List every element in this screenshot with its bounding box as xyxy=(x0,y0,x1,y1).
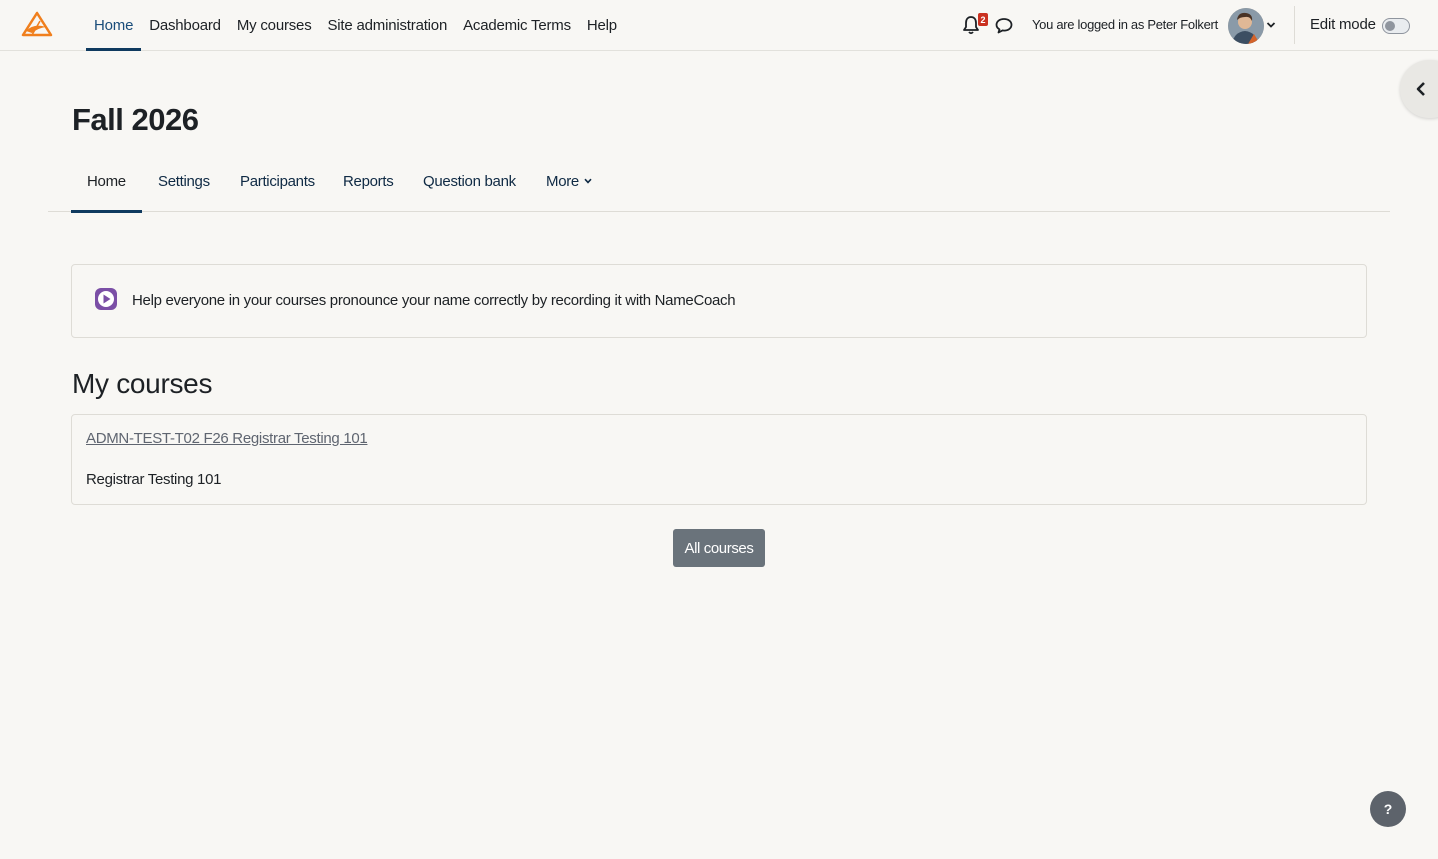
tab-home[interactable]: Home xyxy=(71,150,142,213)
tab-more-label: More xyxy=(546,172,579,190)
tab-settings[interactable]: Settings xyxy=(158,150,210,212)
course-card: ADMN-TEST-T02 F26 Registrar Testing 101 … xyxy=(71,414,1367,505)
nav-home[interactable]: Home xyxy=(86,0,142,51)
course-link[interactable]: ADMN-TEST-T02 F26 Registrar Testing 101 xyxy=(86,430,368,447)
nav-dashboard[interactable]: Dashboard xyxy=(141,0,229,51)
namecoach-play-icon[interactable] xyxy=(95,288,117,310)
tab-participants[interactable]: Participants xyxy=(240,150,315,212)
chevron-left-icon xyxy=(1416,82,1425,96)
edit-mode-toggle[interactable] xyxy=(1382,18,1410,34)
tab-question-bank[interactable]: Question bank xyxy=(423,150,516,212)
notification-count-badge: 2 xyxy=(978,13,988,26)
my-courses-heading: My courses xyxy=(72,368,213,399)
user-menu-chevron-down-icon[interactable] xyxy=(1266,21,1276,29)
avatar-photo-icon xyxy=(1228,8,1264,44)
logged-in-user-text: You are logged in as Peter Folkert xyxy=(1032,17,1218,32)
site-logo-icon[interactable] xyxy=(20,11,54,39)
nav-site-administration[interactable]: Site administration xyxy=(320,0,456,51)
open-block-drawer-button[interactable] xyxy=(1400,60,1438,118)
nav-academic-terms[interactable]: Academic Terms xyxy=(455,0,579,51)
edit-mode-toggle-knob xyxy=(1385,21,1395,31)
course-secondary-navigation: Home Settings Participants Reports Quest… xyxy=(48,150,1390,213)
primary-navigation: Home Dashboard My courses Site administr… xyxy=(86,0,625,51)
messages-icon[interactable] xyxy=(995,17,1013,34)
top-navbar: Home Dashboard My courses Site administr… xyxy=(0,0,1438,51)
course-summary: Registrar Testing 101 xyxy=(86,471,222,488)
namecoach-message: Help everyone in your courses pronounce … xyxy=(132,292,736,309)
nav-my-courses[interactable]: My courses xyxy=(229,0,320,51)
namecoach-notice: Help everyone in your courses pronounce … xyxy=(71,264,1367,338)
navbar-divider xyxy=(1294,6,1295,44)
edit-mode-label: Edit mode xyxy=(1310,16,1376,33)
user-avatar[interactable] xyxy=(1228,8,1264,44)
tab-reports[interactable]: Reports xyxy=(343,150,394,212)
chevron-down-icon xyxy=(584,178,592,184)
help-button[interactable]: ? xyxy=(1370,791,1406,827)
all-courses-button[interactable]: All courses xyxy=(673,529,765,567)
nav-help[interactable]: Help xyxy=(579,0,625,51)
tab-more[interactable]: More xyxy=(546,150,592,212)
page-title: Fall 2026 xyxy=(72,102,199,137)
